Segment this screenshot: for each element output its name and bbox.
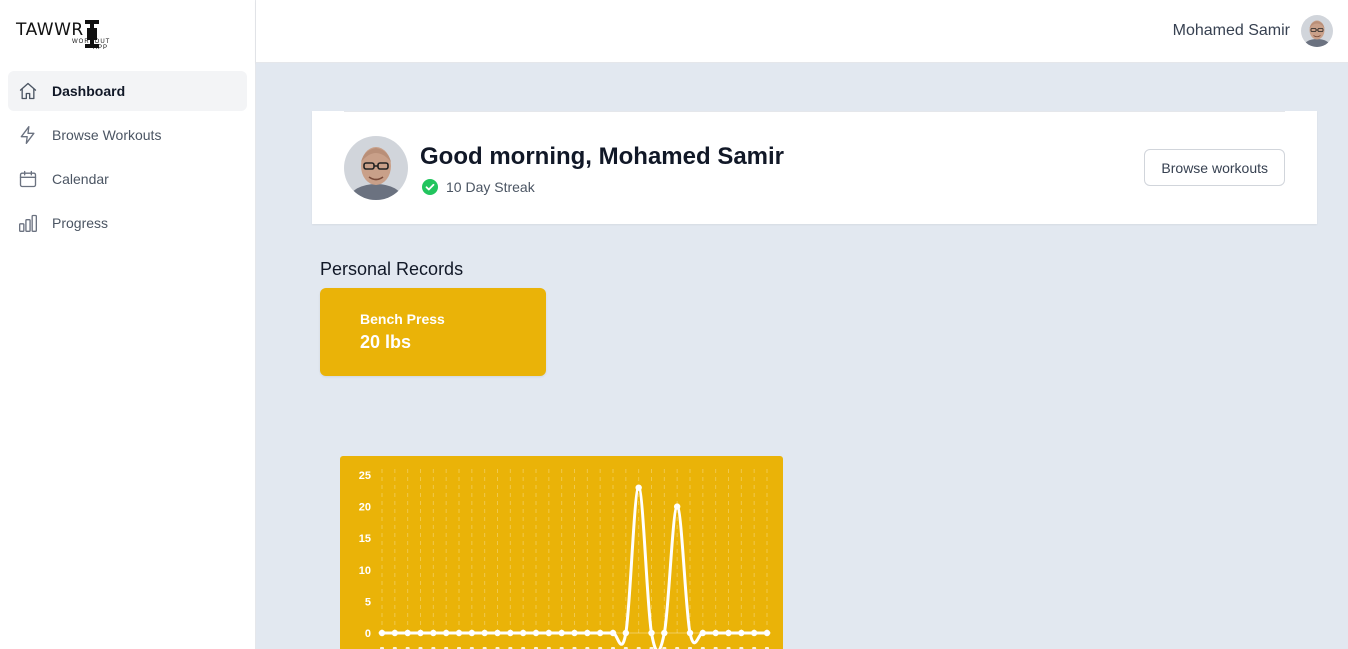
data-point: [609, 629, 617, 637]
data-point: [763, 629, 771, 637]
data-point: [686, 629, 694, 637]
data-point: [545, 629, 553, 637]
data-point: [455, 629, 463, 637]
app-logo[interactable]: TAWWR WORKOUT APP: [16, 18, 109, 51]
divider: [344, 111, 1285, 112]
data-point: [712, 629, 719, 637]
data-point: [507, 629, 514, 637]
sidebar-item-calendar[interactable]: Calendar: [8, 159, 247, 199]
bar-chart-icon: [18, 213, 38, 233]
record-name: Bench Press: [360, 311, 445, 327]
y-tick-label: 20: [359, 502, 371, 514]
lightning-icon: [18, 125, 38, 145]
home-icon: [18, 81, 38, 101]
sidebar-item-dashboard[interactable]: Dashboard: [8, 71, 247, 111]
user-name: Mohamed Samir: [1172, 22, 1290, 39]
calendar-icon: [18, 169, 38, 189]
sidebar-item-label: Browse Workouts: [52, 127, 162, 143]
data-point: [648, 629, 655, 637]
data-point: [596, 629, 604, 637]
y-tick-label: 5: [365, 596, 371, 608]
data-point: [738, 629, 745, 637]
greeting-card: Good morning, Mohamed Samir 10 Day Strea…: [312, 111, 1317, 224]
data-point: [378, 629, 386, 637]
data-point: [635, 484, 642, 491]
data-point: [750, 629, 758, 637]
user-avatar[interactable]: [1301, 15, 1333, 47]
sidebar-item-browse-workouts[interactable]: Browse Workouts: [8, 115, 247, 155]
data-point: [468, 629, 476, 637]
browse-workouts-button[interactable]: Browse workouts: [1144, 149, 1285, 186]
logo-subtitle: WORKOUT APP: [72, 39, 111, 51]
streak-badge: 10 Day Streak: [422, 179, 535, 195]
data-point: [571, 629, 578, 637]
data-point: [404, 629, 411, 637]
sidebar-item-progress[interactable]: Progress: [8, 203, 247, 243]
streak-text: 10 Day Streak: [446, 179, 535, 195]
greeting-title: Good morning, Mohamed Samir: [420, 143, 785, 170]
personal-records-title: Personal Records: [320, 259, 464, 279]
line-chart: 0 5 10 15 20 25: [359, 469, 771, 649]
record-value: 20 lbs: [360, 332, 412, 352]
data-point: [430, 629, 437, 637]
profile-avatar: [344, 136, 408, 200]
sidebar-item-label: Progress: [52, 215, 109, 231]
main-content: Good morning, Mohamed Samir 10 Day Strea…: [256, 63, 1348, 649]
data-point: [584, 629, 591, 637]
top-bar: Mohamed Samir: [256, 0, 1348, 63]
data-point: [481, 629, 488, 637]
data-point: [391, 629, 399, 637]
check-circle-icon: [422, 179, 438, 195]
y-tick-label: 15: [359, 533, 371, 545]
data-point: [442, 629, 450, 637]
data-point: [622, 629, 630, 637]
sidebar-item-label: Dashboard: [52, 83, 126, 99]
record-card[interactable]: Bench Press 20 lbs: [320, 288, 546, 376]
sidebar: TAWWR WORKOUT APP Dashboard Browse Worko…: [0, 0, 256, 649]
data-point: [661, 629, 668, 637]
sidebar-item-label: Calendar: [52, 171, 109, 187]
data-point: [673, 503, 681, 510]
data-point: [699, 629, 707, 637]
data-point: [417, 629, 424, 637]
y-tick-label: 25: [359, 470, 371, 482]
y-tick-label: 0: [365, 628, 371, 640]
data-point: [519, 629, 527, 637]
y-tick-label: 10: [359, 565, 371, 577]
data-point: [558, 629, 565, 637]
data-point: [494, 629, 501, 637]
sidebar-nav: Dashboard Browse Workouts Calendar Progr…: [8, 71, 247, 247]
progress-chart: 0 5 10 15 20 25: [340, 456, 783, 649]
data-point: [532, 629, 540, 637]
data-point: [725, 629, 732, 637]
